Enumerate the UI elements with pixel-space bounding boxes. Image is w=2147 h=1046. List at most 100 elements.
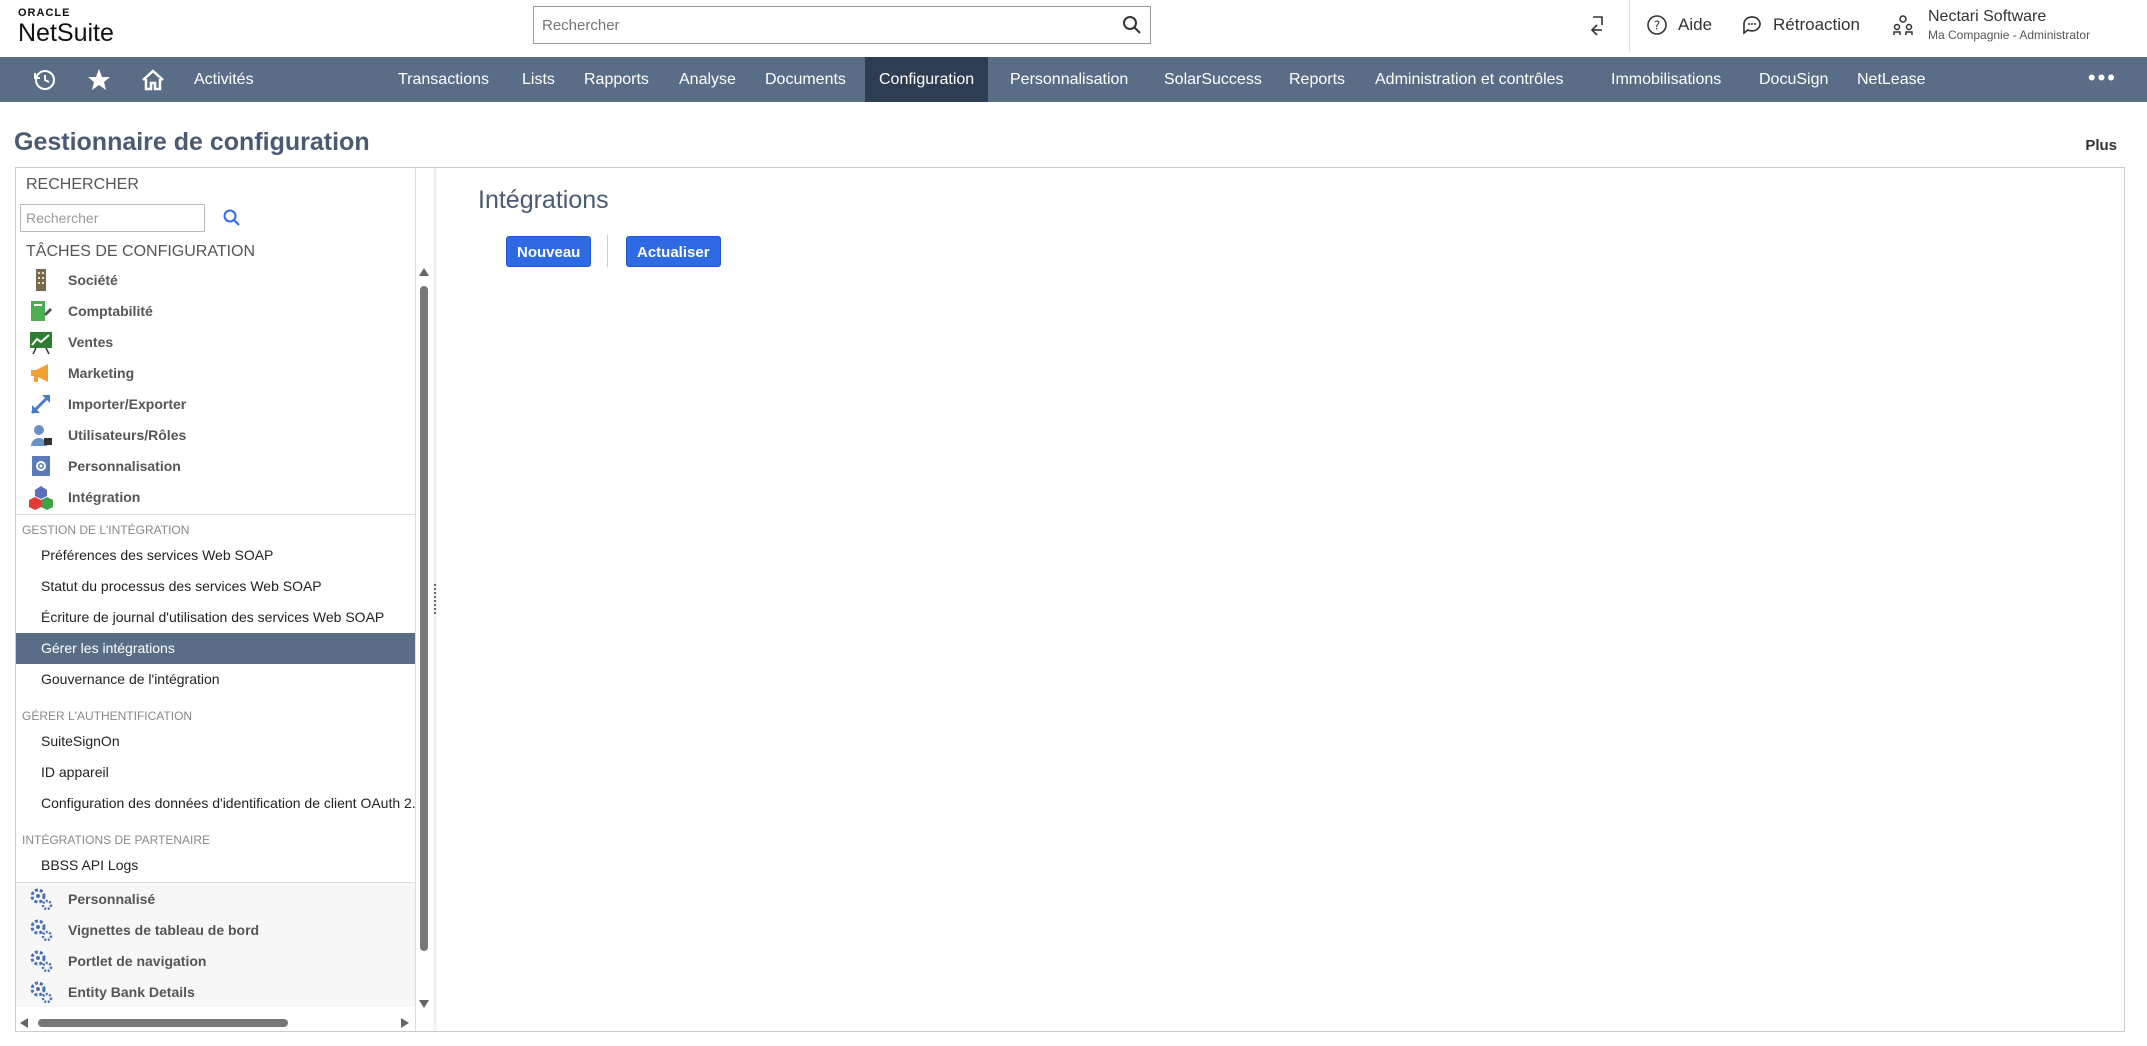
task-label: Personnalisation	[68, 457, 181, 474]
link-integration-governance[interactable]: Gouvernance de l'intégration	[16, 664, 415, 695]
task-marketing[interactable]: Marketing	[16, 357, 415, 388]
user-menu[interactable]: Nectari Software Ma Compagnie - Administ…	[1892, 6, 2090, 42]
nav-docusign[interactable]: DocuSign	[1745, 57, 1842, 102]
task-users-roles[interactable]: Utilisateurs/Rôles	[16, 419, 415, 450]
scroll-thumb[interactable]	[420, 286, 428, 951]
task-dashboard-tiles[interactable]: Vignettes de tableau de bord	[16, 914, 415, 945]
gear-icon	[30, 950, 53, 972]
user-role: Ma Compagnie - Administrator	[1928, 28, 2091, 42]
task-label: Portlet de navigation	[68, 952, 207, 969]
recent-history-icon[interactable]	[32, 67, 58, 93]
task-personnalise[interactable]: Personnalisé	[16, 883, 415, 914]
link-soap-usage-log[interactable]: Écriture de journal d'utilisation des se…	[16, 602, 415, 633]
global-search-input[interactable]	[534, 7, 1104, 43]
more-link[interactable]: Plus	[2085, 137, 2117, 154]
nav-documents[interactable]: Documents	[751, 57, 860, 102]
setup-task-list: Société Comptabilité Ventes Marketing Im…	[16, 261, 415, 1011]
global-search-box[interactable]	[533, 6, 1151, 44]
nav-analyse[interactable]: Analyse	[665, 57, 750, 102]
search-icon[interactable]	[1122, 15, 1142, 35]
help-icon: ?	[1647, 15, 1667, 35]
task-import-export[interactable]: Importer/Exporter	[16, 388, 415, 419]
new-button[interactable]: Nouveau	[506, 236, 592, 267]
nav-activities[interactable]: Activités	[180, 57, 268, 102]
task-label: Ventes	[68, 333, 114, 350]
users-icon	[31, 424, 52, 446]
setup-sidebar: RECHERCHER Rechercher TÂCHES DE CONFIGUR…	[16, 168, 416, 1031]
main-navbar: Activités Transactions Lists Rapports An…	[0, 57, 2147, 102]
task-label: Marketing	[68, 364, 135, 381]
favorites-star-icon[interactable]	[86, 67, 112, 93]
group-heading-integration-management: GESTION DE L'INTÉGRATION	[22, 523, 190, 537]
task-label: Société	[68, 271, 118, 288]
svg-text:?: ?	[1654, 19, 1660, 33]
task-label: Comptabilité	[68, 302, 153, 319]
scroll-right-arrow[interactable]	[401, 1018, 409, 1028]
group-heading-authentication: GÉRER L'AUTHENTIFICATION	[22, 709, 193, 723]
task-societe[interactable]: Société	[16, 264, 415, 295]
sidebar-horizontal-scrollbar[interactable]	[16, 1016, 416, 1030]
sidebar-search-input[interactable]: Rechercher	[20, 204, 205, 232]
nav-solarsuccess[interactable]: SolarSuccess	[1150, 57, 1276, 102]
scroll-left-arrow[interactable]	[20, 1018, 28, 1028]
button-divider	[607, 235, 608, 267]
link-manage-integrations[interactable]: Gérer les intégrations	[16, 633, 415, 664]
panel-splitter-handle[interactable]	[433, 168, 437, 1031]
task-label: Intégration	[68, 488, 141, 505]
logo-netsuite-text: NetSuite	[18, 19, 114, 47]
page-title: Gestionnaire de configuration	[14, 128, 370, 156]
link-bbss-api-logs[interactable]: BBSS API Logs	[16, 850, 415, 881]
sidebar-search-icon[interactable]	[222, 208, 242, 228]
feedback-label: Rétroaction	[1773, 15, 1860, 34]
nav-rapports[interactable]: Rapports	[570, 57, 663, 102]
nav-netlease[interactable]: NetLease	[1843, 57, 1940, 102]
refresh-button[interactable]: Actualiser	[626, 236, 721, 267]
divider	[16, 514, 415, 515]
link-soap-process-status[interactable]: Statut du processus des services Web SOA…	[16, 571, 415, 602]
task-label: Vignettes de tableau de bord	[68, 921, 260, 938]
splitter-grip	[434, 584, 436, 614]
nav-transactions[interactable]: Transactions	[384, 57, 503, 102]
task-entity-bank-details[interactable]: Entity Bank Details	[16, 976, 415, 1007]
link-device-id[interactable]: ID appareil	[16, 757, 415, 788]
recent-records-button[interactable]	[1588, 14, 1610, 36]
task-label: Importer/Exporter	[68, 395, 187, 412]
home-icon[interactable]	[140, 67, 166, 93]
help-label: Aide	[1678, 15, 1713, 34]
feedback-link[interactable]: Rétroaction	[1741, 14, 1860, 36]
sidebar-tasks-heading: TÂCHES DE CONFIGURATION	[26, 243, 256, 260]
ledger-icon	[31, 300, 52, 321]
customize-icon	[32, 455, 50, 476]
content-title: Intégrations	[478, 186, 609, 214]
task-label: Utilisateurs/Rôles	[68, 426, 187, 443]
link-suitesignon[interactable]: SuiteSignOn	[16, 726, 415, 757]
link-oauth2-client-config[interactable]: Configuration des données d'identificati…	[16, 788, 415, 819]
integration-icon	[29, 485, 53, 510]
sidebar-vertical-scrollbar[interactable]	[417, 268, 431, 1015]
nav-lists[interactable]: Lists	[508, 57, 569, 102]
task-comptabilite[interactable]: Comptabilité	[16, 295, 415, 326]
link-soap-preferences[interactable]: Préférences des services Web SOAP	[16, 540, 415, 571]
netsuite-logo[interactable]: ORACLE NetSuite	[18, 8, 114, 48]
nav-administration[interactable]: Administration et contrôles	[1361, 57, 1578, 102]
task-ventes[interactable]: Ventes	[16, 326, 415, 357]
help-link[interactable]: ? Aide	[1646, 14, 1712, 36]
scroll-thumb[interactable]	[38, 1019, 288, 1027]
gear-icon	[30, 981, 53, 1003]
nav-configuration[interactable]: Configuration	[865, 57, 989, 102]
scroll-up-arrow[interactable]	[419, 268, 429, 276]
task-integration[interactable]: Intégration	[16, 481, 415, 512]
user-name: Nectari Software	[1928, 8, 2047, 25]
roles-icon	[1893, 15, 1913, 35]
nav-personnalisation[interactable]: Personnalisation	[996, 57, 1142, 102]
group-heading-partner-integrations: INTÉGRATIONS DE PARTENAIRE	[22, 833, 211, 847]
top-header: ORACLE NetSuite ? Aide Rétroaction Necta…	[0, 0, 2147, 57]
scroll-down-arrow[interactable]	[419, 1000, 429, 1008]
task-personnalisation[interactable]: Personnalisation	[16, 450, 415, 481]
task-navigation-portlet[interactable]: Portlet de navigation	[16, 945, 415, 976]
nav-reports[interactable]: Reports	[1275, 57, 1359, 102]
nav-immobilisations[interactable]: Immobilisations	[1597, 57, 1735, 102]
gear-icon	[30, 919, 53, 941]
gear-icon	[30, 888, 53, 910]
nav-more-button[interactable]: •••	[2088, 65, 2117, 91]
